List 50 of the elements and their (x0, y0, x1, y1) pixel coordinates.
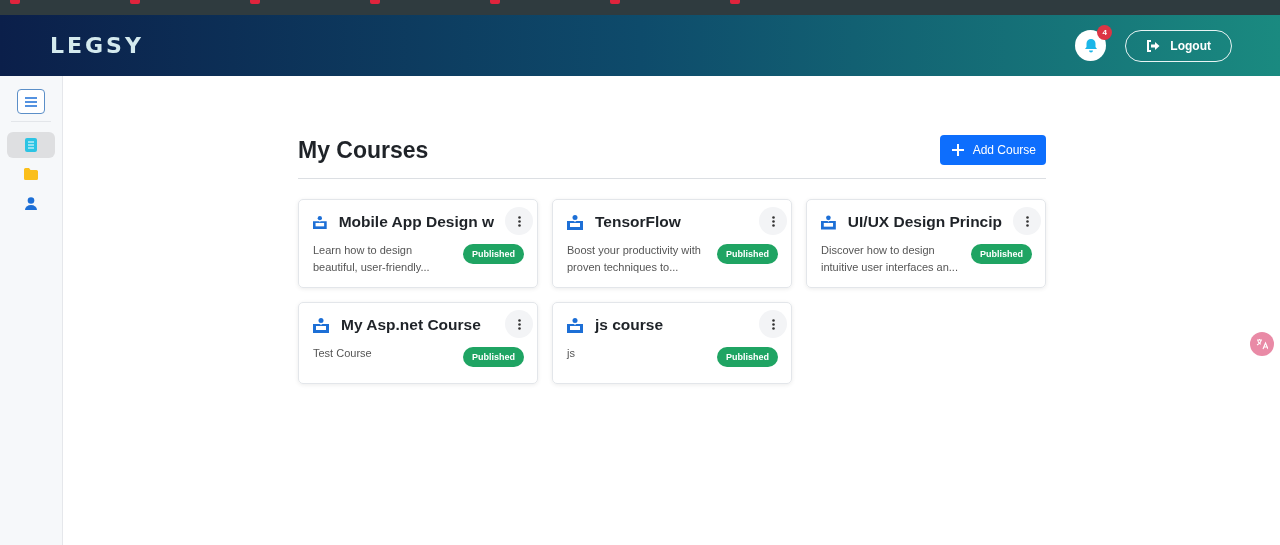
kebab-icon (517, 318, 521, 330)
course-title: js course (595, 316, 664, 334)
reader-icon (313, 214, 327, 230)
status-badge: Published (971, 244, 1032, 264)
course-description: Discover how to design intuitive user interfaces an... (821, 243, 959, 275)
more-button[interactable] (505, 207, 533, 235)
course-description: Test Course (313, 346, 372, 361)
course-card[interactable]: TensorFlow Boost your productivity with proven techniques to... Published (552, 199, 792, 288)
course-description: Learn how to design beautiful, user-friendly... (313, 243, 431, 275)
course-description: Boost your productivity with proven techniques to... (567, 243, 702, 275)
status-badge: Published (717, 347, 778, 367)
menu-button[interactable] (17, 89, 45, 114)
course-card[interactable]: Mobile App Design w Learn how to design beautiful, user-friendly... Published (298, 199, 538, 288)
reader-icon (567, 214, 583, 230)
reader-icon (313, 317, 329, 333)
notification-count: 4 (1097, 25, 1113, 40)
course-description: js (567, 346, 575, 361)
reader-icon (567, 317, 583, 333)
add-course-button[interactable]: Add Course (939, 135, 1046, 165)
status-badge: Published (463, 244, 524, 264)
status-badge: Published (717, 244, 778, 264)
kebab-icon (771, 215, 775, 227)
more-button[interactable] (505, 310, 533, 338)
more-button[interactable] (1013, 207, 1041, 235)
logout-icon (1146, 39, 1161, 52)
notification-button[interactable] (1075, 30, 1107, 61)
translate-icon (1256, 338, 1268, 350)
kebab-icon (1025, 215, 1029, 227)
user-icon (25, 196, 37, 210)
kebab-icon (771, 318, 775, 330)
kebab-icon (517, 215, 521, 227)
folder-icon (24, 168, 38, 180)
reader-icon (821, 214, 836, 230)
page-title: My Courses (298, 136, 429, 164)
status-badge: Published (463, 347, 524, 367)
course-title: Mobile App Design w (338, 213, 494, 231)
course-title: My Asp.net Course (341, 316, 481, 334)
more-button[interactable] (759, 310, 787, 338)
logo: LEGSY (50, 33, 144, 58)
course-card[interactable]: UI/UX Design Princip Discover how to design intuitive user interfaces an... Published (806, 199, 1046, 288)
menu-icon (25, 96, 37, 107)
course-card[interactable]: js course js Published (552, 302, 792, 384)
course-title: TensorFlow (595, 213, 681, 231)
course-card[interactable]: My Asp.net Course Test Course Published (298, 302, 538, 384)
bell-icon (1083, 38, 1098, 53)
book-icon (25, 138, 37, 152)
plus-icon (951, 144, 964, 156)
translate-button[interactable] (1250, 332, 1274, 356)
more-button[interactable] (759, 207, 787, 235)
course-title: UI/UX Design Princip (847, 213, 1002, 231)
